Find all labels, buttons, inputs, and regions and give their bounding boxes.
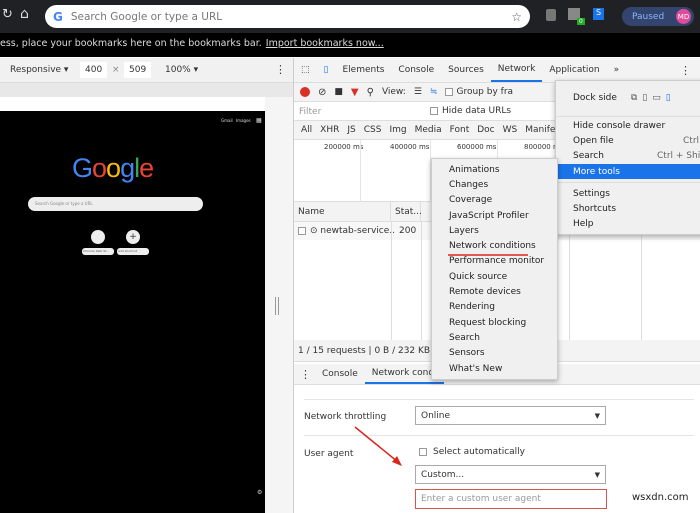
menu-item-settings[interactable]: Settings [556, 186, 700, 201]
submenu-item-network-conditions[interactable]: Network conditions [432, 238, 557, 253]
menu-item-label: Settings [573, 188, 610, 199]
submenu-item-animations[interactable]: Animations [432, 162, 557, 177]
menu-item-label: More tools [573, 166, 620, 177]
menu-item-open-file[interactable]: Open file Ctrl [556, 133, 700, 148]
submenu-item-layers[interactable]: Layers [432, 223, 557, 238]
menu-item-more-tools[interactable]: More tools [556, 163, 700, 180]
shortcut-text: Ctrl [683, 135, 700, 146]
menu-item-label: Help [573, 219, 594, 230]
menu-item-hide-console-drawer[interactable]: Hide console drawer [556, 118, 700, 133]
submenu-item-request-blocking[interactable]: Request blocking [432, 315, 557, 330]
submenu-item-sensors[interactable]: Sensors [432, 346, 557, 361]
annotation-overlay [354, 254, 528, 466]
dock-side-icons[interactable]: ⧉▯▭▯ [631, 93, 676, 103]
submenu-item-changes[interactable]: Changes [432, 177, 557, 192]
devtools-main-menu: Dock side ⧉▯▭▯ Hide console drawer Open … [555, 80, 700, 235]
menu-item-shortcuts[interactable]: Shortcuts [556, 201, 700, 216]
submenu-item-rendering[interactable]: Rendering [432, 300, 557, 315]
submenu-item-whats-new[interactable]: What's New [432, 361, 557, 376]
shortcut-text: Ctrl + Shift [657, 151, 700, 162]
menu-item-label: Hide console drawer [573, 120, 666, 131]
red-arrow [354, 426, 399, 463]
menu-item-label: Search [573, 151, 604, 162]
more-tools-submenu: Animations Changes Coverage JavaScript P… [431, 158, 558, 380]
submenu-item-quick-source[interactable]: Quick source [432, 269, 557, 284]
dock-side-label: Dock side [573, 93, 617, 103]
submenu-item-javascript-profiler[interactable]: JavaScript Profiler [432, 208, 557, 223]
submenu-item-remote-devices[interactable]: Remote devices [432, 284, 557, 299]
submenu-item-search[interactable]: Search [432, 330, 557, 345]
menu-item-help[interactable]: Help [556, 217, 700, 232]
menu-item-label: Shortcuts [573, 204, 617, 215]
submenu-item-coverage[interactable]: Coverage [432, 193, 557, 208]
submenu-item-performance-monitor[interactable]: Performance monitor [432, 254, 557, 269]
menu-item-label: Open file [573, 135, 614, 146]
dock-side-row: Dock side ⧉▯▭▯ [556, 81, 700, 115]
menu-item-search[interactable]: Search Ctrl + Shift [556, 149, 700, 164]
